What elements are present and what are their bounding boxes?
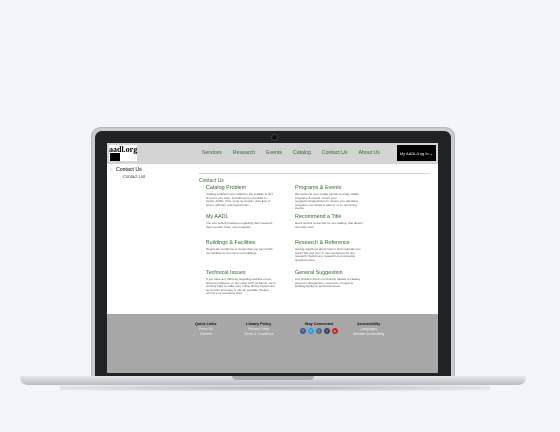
card-desc: We welcome your emails pertain to today,… xyxy=(295,192,359,211)
nav-services[interactable]: Services xyxy=(202,150,222,156)
camera-icon xyxy=(272,135,277,140)
contact-card-catalog-problem[interactable]: Catalog Problem Catalog problems are rel… xyxy=(206,185,276,207)
twitter-icon[interactable]: t xyxy=(308,328,314,334)
account-login-button[interactable]: My AADL/Log In ⌄ xyxy=(397,145,436,161)
nav-contact-us[interactable]: Contact Us xyxy=(322,150,348,156)
card-title[interactable]: Catalog Problem xyxy=(206,185,276,192)
card-desc: Catalog problems are related to the inab… xyxy=(206,192,273,207)
youtube-icon[interactable]: ▸ xyxy=(332,328,338,334)
nav-catalog[interactable]: Catalog xyxy=(293,150,311,156)
card-title[interactable]: Programs & Events xyxy=(295,185,365,192)
site-logo[interactable]: aadl.org xyxy=(109,145,137,161)
card-desc: Recommend a new title for our catalog, t… xyxy=(295,221,364,229)
card-desc: Report any problems or issues that you f… xyxy=(206,247,273,255)
card-title[interactable]: Buildings & Facilities xyxy=(206,240,276,247)
facebook-icon[interactable]: f xyxy=(300,328,306,334)
card-title[interactable]: Research & Reference xyxy=(295,240,365,247)
site-header: aadl.org Services Research Events Catalo… xyxy=(107,143,438,164)
contact-card-general-suggestion[interactable]: General Suggestion Any problem that is n… xyxy=(295,270,365,289)
card-desc: Any problem that is not directly related… xyxy=(295,277,361,289)
sidebar-item-contact-list[interactable]: Contact List xyxy=(123,174,145,179)
nav-about-us[interactable]: About Us xyxy=(359,150,380,156)
contact-card-recommend-title[interactable]: Recommend a Title Recommend a new title … xyxy=(295,214,365,229)
contact-card-technical-issues[interactable]: Technical Issues If you have any difficu… xyxy=(206,270,276,296)
card-title[interactable]: My AADL xyxy=(206,214,276,221)
contact-card-programs-events[interactable]: Programs & Events We welcome your emails… xyxy=(295,185,365,211)
card-desc: If you have any difficulty regarding web… xyxy=(206,277,276,296)
footer-heading: Stay Connected xyxy=(304,322,334,326)
card-title[interactable]: Recommend a Title xyxy=(295,214,365,221)
laptop-shadow xyxy=(60,385,490,391)
card-title[interactable]: Technical Issues xyxy=(206,270,276,277)
chevron-left-icon: ‹ xyxy=(110,167,112,173)
divider xyxy=(199,173,429,174)
social-links: f t i t ▸ xyxy=(300,328,338,334)
footer-stay-connected: Stay Connected f t i t ▸ xyxy=(300,322,338,334)
logo-mark-icon xyxy=(110,153,120,161)
tumblr-icon[interactable]: t xyxy=(324,328,330,334)
contact-card-buildings-facilities[interactable]: Buildings & Facilities Report any proble… xyxy=(206,240,276,255)
site-footer: Quick Links Press Kit Careers Library Po… xyxy=(107,314,438,373)
laptop-notch xyxy=(232,376,314,380)
main-nav: Services Research Events Catalog Contact… xyxy=(202,150,391,156)
nav-research[interactable]: Research xyxy=(233,150,255,156)
card-desc: Having questions about how to find mater… xyxy=(295,247,361,262)
footer-link-terms[interactable]: Terms & Conditions xyxy=(244,332,273,337)
footer-link-website-accessibility[interactable]: Website Accessibility xyxy=(353,332,384,337)
page-title: Contact Us xyxy=(199,178,224,184)
footer-link-careers[interactable]: Careers xyxy=(195,332,217,337)
footer-accessibility: Accessibility Languages Website Accessib… xyxy=(353,322,384,337)
instagram-icon[interactable]: i xyxy=(316,328,322,334)
contact-card-my-aadl[interactable]: My AADL You can submit problems regardin… xyxy=(206,214,276,229)
sidebar-title: Contact Us xyxy=(116,167,142,173)
contact-card-research-reference[interactable]: Research & Reference Having questions ab… xyxy=(295,240,365,262)
footer-library-policy: Library Policy Privacy Policy Terms & Co… xyxy=(244,322,273,337)
screen: aadl.org Services Research Events Catalo… xyxy=(107,143,438,373)
footer-quick-links: Quick Links Press Kit Careers xyxy=(195,322,217,337)
card-title[interactable]: General Suggestion xyxy=(295,270,365,277)
nav-events[interactable]: Events xyxy=(266,150,282,156)
card-desc: You can submit problems regarding their … xyxy=(206,221,274,229)
